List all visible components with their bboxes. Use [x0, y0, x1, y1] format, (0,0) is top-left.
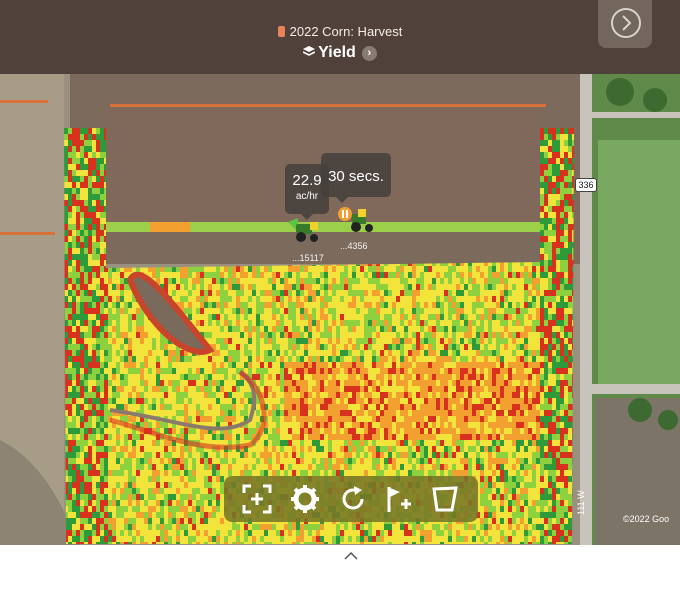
layer-title: Yield — [318, 44, 356, 61]
tractor-icon[interactable] — [336, 206, 374, 234]
layer-selector[interactable]: Yield › — [0, 44, 680, 62]
bottom-sheet[interactable] — [0, 545, 680, 601]
flag-add-icon[interactable] — [384, 484, 414, 514]
chevron-right-circle-icon — [611, 8, 641, 38]
road-shield: 336 — [575, 178, 597, 192]
header-bar: 2022 Corn: Harvest Yield › — [0, 0, 680, 74]
road-label: 111 W — [576, 490, 586, 515]
recenter-icon[interactable] — [242, 484, 272, 514]
refresh-icon[interactable] — [338, 484, 368, 514]
layers-icon — [303, 46, 316, 56]
combine-id-label: ...15117 — [292, 253, 324, 263]
chevron-up-icon[interactable] — [343, 551, 359, 561]
chevron-right-icon: › — [361, 46, 377, 61]
map-copyright: ©2022 Goo — [623, 514, 670, 524]
next-button[interactable] — [598, 0, 652, 48]
field-map[interactable] — [0, 0, 680, 545]
map-toolbar — [224, 476, 478, 522]
operation-color-swatch — [277, 26, 285, 37]
tractor-id-label: ...4356 — [340, 241, 368, 251]
boundary-icon[interactable] — [430, 484, 460, 514]
combine-icon[interactable] — [288, 218, 322, 244]
operation-title: 2022 Corn: Harvest — [289, 24, 403, 39]
gear-icon[interactable] — [290, 484, 320, 514]
operation-title-row[interactable]: 2022 Corn: Harvest — [0, 24, 680, 39]
tractor-time-value: 30 secs. — [328, 168, 384, 185]
pause-icon — [342, 210, 344, 218]
tractor-time-callout: 30 secs. — [321, 153, 391, 203]
